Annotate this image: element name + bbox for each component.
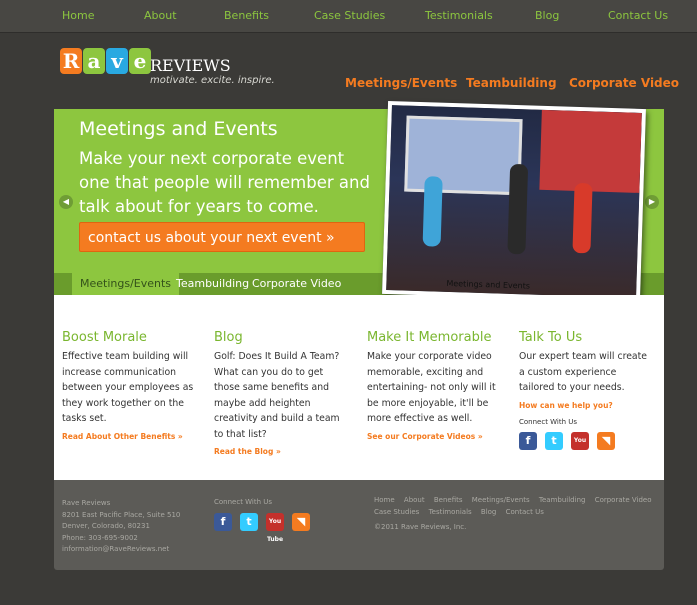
youtube-icon[interactable]: You Tube [266,513,284,543]
column-text: Effective team building will increase co… [62,351,194,424]
contact-cta-button[interactable]: contact us about your next event » [79,222,365,252]
stage-light [539,109,642,193]
mainnav-meetings-events[interactable]: Meetings/Events [345,76,457,90]
topnav-benefits[interactable]: Benefits [224,9,269,22]
read-benefits-link[interactable]: Read About Other Benefits » [62,432,197,441]
mainnav-corporate-video[interactable]: Corporate Video [569,76,679,90]
footer-link-about[interactable]: About [404,496,425,504]
logo-tagline: motivate. excite. inspire. [150,75,275,86]
footer-connect-label: Connect With Us [214,498,273,506]
column-blog: Blog Golf: Does It Build A Team? What ca… [214,330,349,456]
topnav-blog[interactable]: Blog [535,9,559,22]
column-title: Talk To Us [519,330,583,345]
column-make-it-memorable: Make It Memorable Make your corporate vi… [367,330,502,441]
footer-link-home[interactable]: Home [374,496,395,504]
column-text: Our expert team will create a custom exp… [519,351,647,393]
footer-email[interactable]: information@RaveReviews.net [62,544,180,556]
footer-address: Rave Reviews 8201 East Pacific Place, Su… [62,498,180,556]
column-title: Boost Morale [62,330,147,345]
social-links: f t You Tube ◥ [519,431,654,462]
logo-letter: v [106,48,128,74]
top-nav: Home About Benefits Case Studies Testimo… [0,0,697,33]
column-boost-morale: Boost Morale Effective team building wil… [62,330,197,441]
logo-letter: e [129,48,151,74]
footer-company: Rave Reviews [62,499,111,507]
twitter-icon[interactable]: t [240,513,258,531]
topnav-contact-us[interactable]: Contact Us [608,9,668,22]
performer [422,176,443,247]
mainnav-teambuilding[interactable]: Teambuilding [466,76,557,90]
footer-link-contact-us[interactable]: Contact Us [506,508,544,516]
performer [507,163,529,255]
topnav-testimonials[interactable]: Testimonials [425,9,493,22]
stage-screen [404,115,523,196]
logo-brand: REVIEWS [150,56,231,75]
twitter-icon[interactable]: t [545,431,563,450]
footer-link-meetings-events[interactable]: Meetings/Events [472,496,530,504]
column-title: Make It Memorable [367,330,492,345]
hero-heading: Meetings and Events [79,118,278,140]
column-text: Make your corporate video memorable, exc… [367,351,496,424]
column-text: Golf: Does It Build A Team? What can you… [214,351,340,440]
rss-icon[interactable]: ◥ [597,431,615,450]
footer-street: 8201 East Pacific Place, Suite 510 [62,510,181,519]
youtube-icon[interactable]: You Tube [571,431,589,462]
footer-phone: Phone: 303-695-9002 [62,533,138,542]
read-blog-link[interactable]: Read the Blog » [214,447,349,456]
topnav-about[interactable]: About [144,9,177,22]
footer-social-links: f t You Tube ◥ [214,513,310,543]
footer-link-testimonials[interactable]: Testimonials [429,508,472,516]
column-talk-to-us: Talk To Us Our expert team will create a… [519,330,654,462]
topnav-case-studies[interactable]: Case Studies [314,9,385,22]
next-arrow-icon[interactable]: ▶ [645,195,659,209]
logo-letter: a [83,48,105,74]
rss-icon[interactable]: ◥ [292,513,310,531]
footer-city: Denver, Colorado, 80231 [62,522,150,530]
content-area: Boost Morale Effective team building wil… [54,295,664,480]
site-logo[interactable]: R a v e REVIEWS motivate. excite. inspir… [60,48,290,98]
footer-link-case-studies[interactable]: Case Studies [374,508,419,516]
facebook-icon[interactable]: f [519,431,537,450]
tab-corporate-video[interactable]: Corporate Video [244,273,349,295]
corporate-videos-link[interactable]: See our Corporate Videos » [367,432,502,441]
topnav-home[interactable]: Home [62,9,94,22]
connect-label: Connect With Us [519,417,578,426]
footer-copyright: ©2011 Rave Reviews, Inc. [374,523,467,531]
prev-arrow-icon[interactable]: ◀ [59,195,73,209]
footer-link-teambuilding[interactable]: Teambuilding [539,496,586,504]
facebook-icon[interactable]: f [214,513,232,531]
footer-link-blog[interactable]: Blog [481,508,496,516]
performer [572,182,593,254]
logo-letter: R [60,48,82,74]
column-title: Blog [214,330,243,345]
hero-photo: Meetings and Events [382,100,646,303]
footer: Rave Reviews 8201 East Pacific Place, Su… [54,480,664,570]
tab-meetings-events[interactable]: Meetings/Events [72,273,180,295]
footer-link-corporate-video[interactable]: Corporate Video [595,496,652,504]
footer-link-benefits[interactable]: Benefits [434,496,463,504]
footer-links: Home About Benefits Meetings/Events Team… [374,495,664,534]
help-link[interactable]: How can we help you? [519,401,654,410]
hero-subheading: Make your next corporate event one that … [79,149,370,216]
